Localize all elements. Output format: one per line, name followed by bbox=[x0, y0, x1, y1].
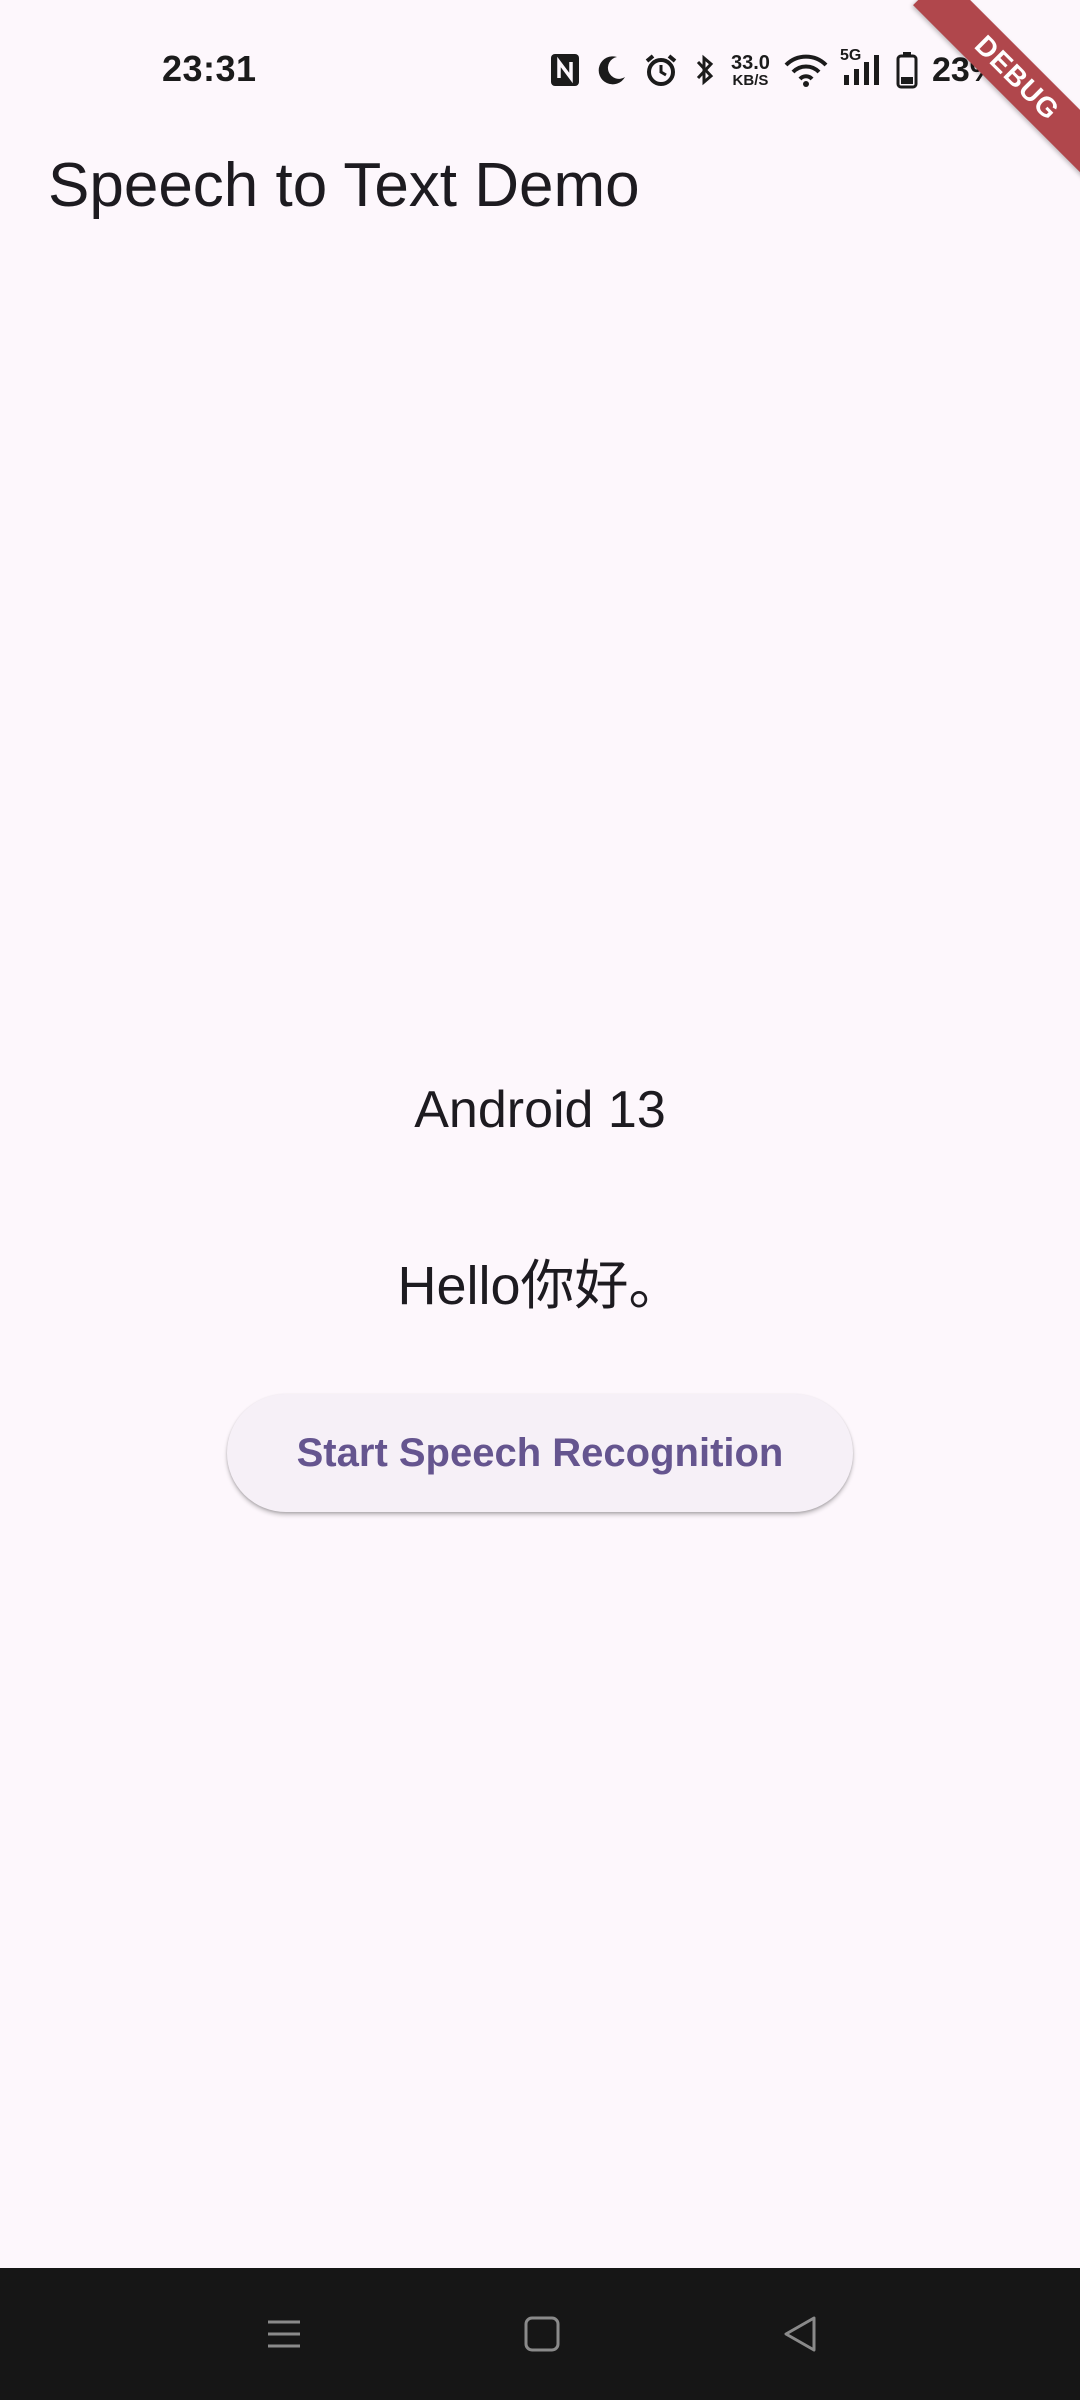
wifi-icon bbox=[784, 53, 828, 87]
nfc-icon bbox=[549, 52, 581, 88]
recognized-text: Hello你好。 bbox=[397, 1256, 683, 1316]
battery-icon bbox=[896, 51, 918, 89]
home-icon[interactable] bbox=[510, 2302, 574, 2366]
cell-signal-icon: 5G bbox=[840, 47, 882, 87]
status-bar: 23:31 33.0 KB/S 5G 23% bbox=[0, 0, 1080, 140]
android-version-text: Android 13 bbox=[414, 1081, 666, 1139]
start-speech-recognition-button[interactable]: Start Speech Recognition bbox=[227, 1394, 853, 1512]
net-speed: 33.0 KB/S bbox=[731, 53, 770, 88]
bluetooth-icon bbox=[693, 52, 717, 88]
main-content: Android 13 Hello你好。 Start Speech Recogni… bbox=[0, 1070, 1080, 1512]
moon-icon bbox=[595, 53, 629, 87]
app-bar: Speech to Text Demo bbox=[0, 140, 1080, 240]
page-title: Speech to Text Demo bbox=[48, 151, 640, 220]
back-icon[interactable] bbox=[768, 2302, 832, 2366]
status-icons: 33.0 KB/S 5G 23% bbox=[549, 47, 1000, 92]
alarm-icon bbox=[643, 52, 679, 88]
navigation-bar bbox=[0, 2268, 1080, 2400]
net-speed-unit: KB/S bbox=[732, 71, 769, 89]
net-speed-value: 33.0 bbox=[731, 51, 770, 74]
status-time: 23:31 bbox=[162, 48, 257, 89]
menu-icon[interactable] bbox=[252, 2302, 316, 2366]
signal-label: 5G bbox=[839, 47, 862, 64]
